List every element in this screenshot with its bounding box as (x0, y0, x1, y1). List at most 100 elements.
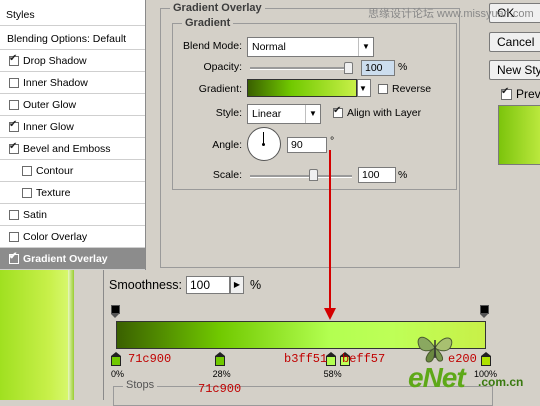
reverse-checkbox-row[interactable]: Reverse (378, 83, 431, 95)
style-item-color-overlay[interactable]: Color Overlay (0, 226, 145, 248)
opacity-input[interactable]: 100 (361, 60, 395, 76)
color-stop-hex: b3ff51 (284, 352, 328, 366)
style-item-label: Inner Glow (23, 120, 74, 133)
chevron-down-icon: ▼ (358, 80, 370, 96)
styles-header[interactable]: Styles (0, 4, 145, 26)
style-item-label: Texture (36, 186, 71, 199)
style-item-texture[interactable]: Texture (0, 182, 145, 204)
opacity-stop-left[interactable] (111, 305, 120, 318)
style-item-label: Inner Shadow (23, 76, 88, 89)
style-item-blending-options-default[interactable]: Blending Options: Default (0, 28, 145, 50)
watermark-text: 思缘设计论坛 www.missyuan.com (368, 8, 534, 20)
new-style-button[interactable]: New Style... (489, 60, 540, 80)
annotation-arrow (324, 150, 336, 320)
angle-value: 90 (291, 139, 303, 151)
stop-hex-below: 71c900 (198, 382, 242, 396)
gradient-overlay-title: Gradient Overlay (170, 2, 265, 14)
style-item-checkbox[interactable] (9, 53, 19, 66)
gradient-label: Gradient: (198, 83, 242, 95)
smoothness-unit: % (250, 278, 262, 292)
style-item-drop-shadow[interactable]: Drop Shadow (0, 50, 145, 72)
style-item-label: Outer Glow (23, 98, 77, 111)
color-stop-location: 0% (111, 369, 125, 379)
style-item-gradient-overlay[interactable]: Gradient Overlay (0, 248, 145, 270)
color-stop-location: 58% (323, 369, 342, 379)
color-stop[interactable] (214, 352, 225, 366)
reverse-label: Reverse (392, 83, 432, 95)
cancel-button[interactable]: Cancel (489, 32, 540, 52)
gradient-swatch-fill (248, 80, 356, 96)
styles-panel: Styles Blending Options: Default Drop Sha… (0, 0, 146, 270)
style-item-label: Color Overlay (23, 230, 88, 243)
blend-mode-label: Blend Mode: (183, 40, 242, 52)
style-item-label: Drop Shadow (23, 54, 87, 67)
reverse-checkbox[interactable] (378, 84, 388, 94)
style-item-checkbox[interactable] (22, 187, 32, 198)
color-stop[interactable] (111, 352, 121, 366)
style-item-checkbox[interactable] (22, 165, 32, 176)
opacity-slider-track[interactable] (250, 67, 352, 70)
color-stop-location: 28% (212, 369, 231, 379)
align-label: Align with Layer (347, 107, 422, 119)
style-preview-swatch (498, 105, 540, 165)
style-item-checkbox[interactable] (9, 231, 19, 242)
opacity-unit: % (398, 61, 408, 73)
scale-value: 100 (362, 169, 380, 181)
align-with-layer-checkbox[interactable] (333, 105, 343, 118)
color-stop-hex: 71c900 (128, 352, 172, 366)
style-item-inner-shadow[interactable]: Inner Shadow (0, 72, 145, 94)
style-item-checkbox[interactable] (9, 77, 19, 88)
style-item-checkbox[interactable] (9, 119, 19, 132)
smoothness-input[interactable]: 100 (186, 276, 230, 294)
style-item-checkbox[interactable] (9, 209, 19, 220)
style-value: Linear (252, 108, 282, 120)
angle-label: Angle: (212, 139, 242, 151)
style-item-label: Bevel and Emboss (23, 142, 111, 155)
annotation-arrow-head (324, 308, 336, 320)
style-item-outer-glow[interactable]: Outer Glow (0, 94, 145, 116)
gradient-subgroup-title: Gradient (182, 17, 234, 29)
blend-mode-value: Normal (252, 41, 286, 53)
scale-unit: % (398, 169, 408, 181)
chevron-down-icon: ▼ (358, 38, 373, 56)
smoothness-label: Smoothness: (109, 278, 182, 292)
scale-input[interactable]: 100 (358, 167, 396, 183)
color-stop[interactable] (481, 352, 491, 366)
gradient-picker-swatch[interactable] (247, 79, 357, 97)
opacity-slider-thumb[interactable] (344, 62, 353, 74)
brand-watermark: eNet (408, 362, 466, 393)
smoothness-value: 100 (190, 278, 211, 292)
color-stop-location: 100% (474, 369, 498, 379)
opacity-value: 100 (365, 62, 383, 74)
opacity-stop-right[interactable] (480, 305, 489, 318)
angle-unit: ° (330, 135, 335, 147)
gradient-dropdown[interactable]: ▼ (357, 79, 371, 97)
style-item-satin[interactable]: Satin (0, 204, 145, 226)
angle-dial-center (262, 143, 265, 146)
chevron-right-icon: ▶ (233, 280, 241, 289)
style-item-contour[interactable]: Contour (0, 160, 145, 182)
smoothness-stepper[interactable]: ▶ (230, 276, 244, 294)
style-item-bevel-and-emboss[interactable]: Bevel and Emboss (0, 138, 145, 160)
style-item-inner-glow[interactable]: Inner Glow (0, 116, 145, 138)
style-label: Style: (215, 107, 242, 119)
style-item-label: Gradient Overlay (23, 252, 108, 265)
preview-checkbox-row[interactable]: Preview (501, 86, 540, 101)
style-item-checkbox[interactable] (9, 251, 19, 264)
preview-checkbox[interactable] (501, 86, 512, 100)
color-stop-hex: e200 (448, 352, 477, 366)
preview-label: Preview (516, 87, 540, 101)
style-item-checkbox[interactable] (9, 141, 19, 154)
style-item-checkbox[interactable] (9, 99, 19, 110)
align-checkbox-row[interactable]: Align with Layer (333, 105, 422, 119)
canvas-preview-strip (0, 270, 70, 400)
stops-label: Stops (123, 379, 158, 391)
scale-slider-thumb[interactable] (309, 169, 318, 181)
style-select[interactable]: Linear ▼ (247, 104, 321, 124)
opacity-label: Opacity: (203, 61, 242, 73)
blend-mode-select[interactable]: Normal ▼ (247, 37, 374, 57)
chevron-down-icon: ▼ (305, 105, 320, 123)
color-stop-hex: beff57 (342, 352, 386, 366)
angle-dial[interactable] (247, 127, 281, 161)
style-item-label: Contour (36, 164, 74, 177)
